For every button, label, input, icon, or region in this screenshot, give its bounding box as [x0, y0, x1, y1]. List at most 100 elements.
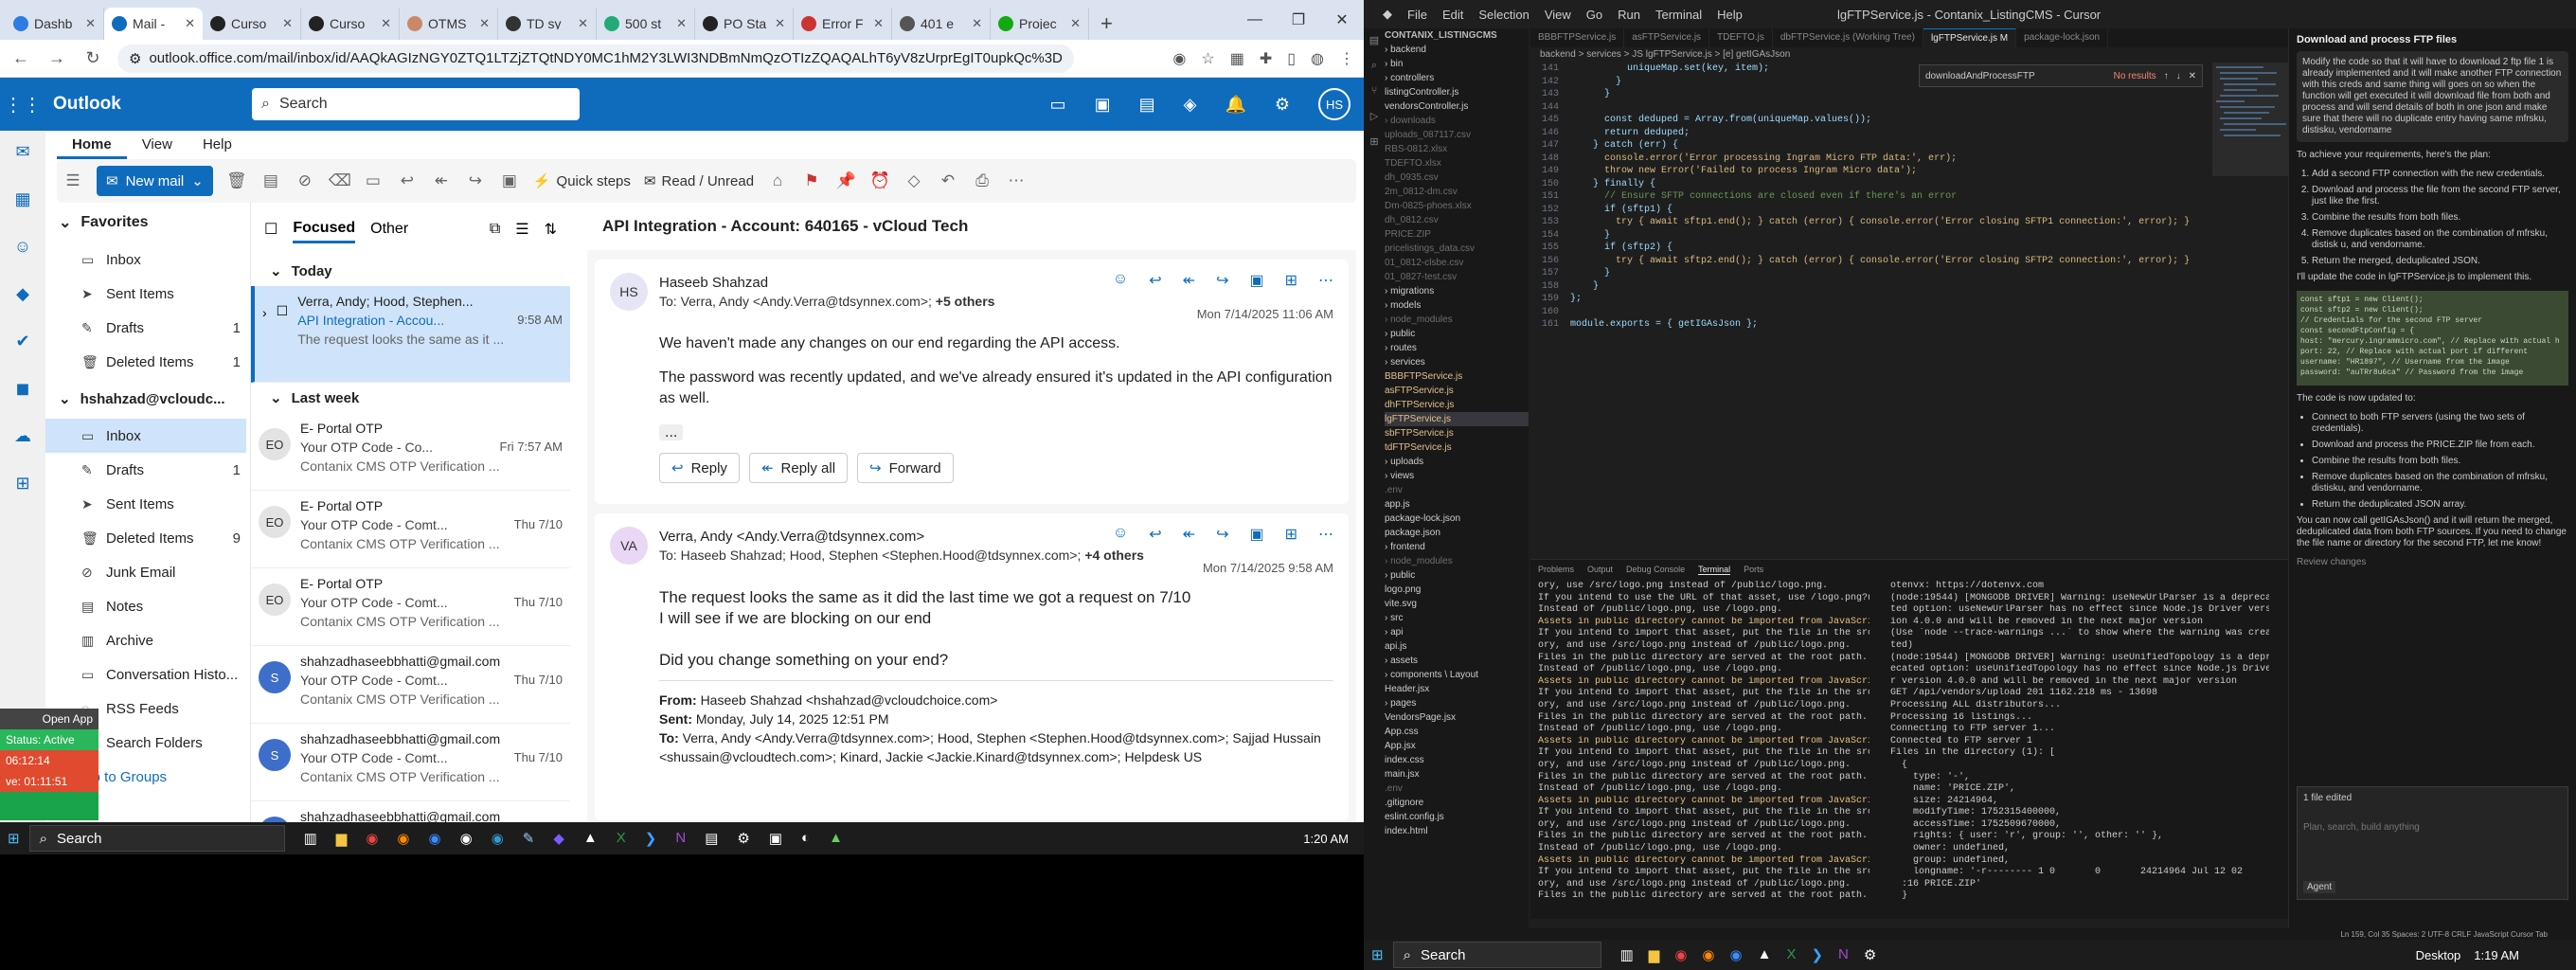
- url-field[interactable]: ⚙ outlook.office.com/mail/inbox/id/AAQkA…: [117, 44, 1074, 73]
- folder-deleted-items[interactable]: 🗑 Deleted Items 9: [45, 521, 246, 555]
- cursor-icon[interactable]: ▲: [1758, 946, 1772, 963]
- folder-archive[interactable]: ▥ Archive: [45, 623, 246, 657]
- list-item[interactable]: EO E- Portal OTP Your OTP Code - Co... Fri …: [251, 413, 570, 491]
- folder-drafts[interactable]: ✎ Drafts 1: [45, 453, 246, 487]
- editor-tab[interactable]: package-lock.json: [2016, 28, 2109, 47]
- onedrive-icon[interactable]: ☁: [9, 422, 36, 449]
- open-app-button[interactable]: Open App: [0, 709, 98, 729]
- group-last-week[interactable]: ⌄ Last week: [251, 383, 570, 413]
- explorer-item[interactable]: › models: [1385, 298, 1529, 313]
- explorer-item[interactable]: .env: [1385, 483, 1529, 497]
- others-count[interactable]: +5 others: [936, 294, 995, 309]
- editor-tab[interactable]: lgFTPService.js M: [1923, 28, 2017, 47]
- onenote-icon[interactable]: N: [1838, 946, 1849, 963]
- arrow-up-icon[interactable]: ↑: [2164, 71, 2169, 81]
- explorer-item[interactable]: logo.png: [1385, 583, 1529, 597]
- hamburger-icon[interactable]: ☰: [63, 171, 83, 190]
- explorer-item[interactable]: vite.svg: [1385, 597, 1529, 611]
- taskbar-search[interactable]: ⌕ Search: [28, 825, 285, 852]
- arrow-down-icon[interactable]: ↓: [2176, 71, 2181, 81]
- explorer-item[interactable]: › api: [1385, 625, 1529, 639]
- menu-item[interactable]: Help: [1717, 8, 1743, 22]
- code-line[interactable]: 157 }: [1530, 267, 2288, 280]
- explorer-item[interactable]: › controllers: [1385, 71, 1529, 85]
- explorer-item[interactable]: lgFTPService.js: [1385, 412, 1529, 426]
- explorer-item[interactable]: › frontend: [1385, 540, 1529, 554]
- filter-icon[interactable]: ☰: [515, 220, 528, 239]
- menu-item[interactable]: Go: [1586, 8, 1602, 22]
- file-explorer-icon[interactable]: ▆: [336, 830, 348, 847]
- forward-icon[interactable]: ↪: [1216, 271, 1228, 290]
- folder-drafts[interactable]: ✎ Drafts 1: [45, 311, 246, 345]
- explorer-item[interactable]: App.css: [1385, 725, 1529, 739]
- delete-icon[interactable]: 🗑: [226, 171, 247, 190]
- menu-item[interactable]: Selection: [1478, 8, 1529, 22]
- explorer-item[interactable]: › views: [1385, 469, 1529, 483]
- explorer-item[interactable]: TDEFTO.xlsx: [1385, 156, 1529, 171]
- terminal-backend[interactable]: otenvx: https://dotenvx.com (node:19544) …: [1890, 581, 2269, 903]
- emoji-icon[interactable]: ☺: [1113, 271, 1128, 290]
- others-count[interactable]: +4 others: [1084, 548, 1144, 563]
- close-icon[interactable]: ✕: [479, 16, 490, 31]
- chrome-icon[interactable]: ◉: [366, 830, 378, 847]
- app-icon[interactable]: ◐: [801, 830, 810, 847]
- reply-icon[interactable]: ↩: [1149, 271, 1161, 290]
- code-line[interactable]: 160: [1530, 306, 2288, 319]
- source-control-icon[interactable]: ⑂: [1371, 85, 1378, 97]
- app-icon[interactable]: ▲: [829, 830, 843, 847]
- quick-steps-button[interactable]: ⚡ Quick steps: [533, 172, 631, 190]
- explorer-item[interactable]: › node_modules: [1385, 554, 1529, 568]
- explorer-item[interactable]: › routes: [1385, 341, 1529, 355]
- tips-icon[interactable]: ◈: [1184, 95, 1197, 115]
- explorer-item[interactable]: › migrations: [1385, 284, 1529, 298]
- calendar-share-icon[interactable]: ▤: [1139, 95, 1155, 115]
- debug-icon[interactable]: ▷: [1370, 110, 1378, 122]
- explorer-item[interactable]: › uploads: [1385, 455, 1529, 469]
- office-icon[interactable]: ◆: [9, 280, 36, 307]
- zoom-icon[interactable]: ◉: [1730, 946, 1743, 963]
- folder-sent-items[interactable]: ➤ Sent Items: [45, 487, 246, 521]
- reply-button[interactable]: ↩ Reply: [659, 453, 740, 483]
- folder-inbox[interactable]: ▭ Inbox: [45, 419, 246, 453]
- more-icon[interactable]: ⋯: [1318, 525, 1333, 544]
- browser-tab[interactable]: TD sy ✕: [498, 8, 597, 40]
- maximize-icon[interactable]: ❐: [1277, 10, 1320, 29]
- app-launcher-icon[interactable]: ⋮⋮: [0, 93, 45, 117]
- desktop-label[interactable]: Desktop: [2416, 948, 2461, 962]
- checkbox-icon[interactable]: ☐: [264, 220, 277, 239]
- editor-tab[interactable]: TDEFTO.js: [1709, 28, 1773, 47]
- explorer-item[interactable]: index.css: [1385, 753, 1529, 767]
- code-line[interactable]: 143 }: [1530, 88, 2288, 101]
- menu-item[interactable]: Run: [1618, 8, 1640, 22]
- extension-icon[interactable]: ▦: [1230, 49, 1244, 68]
- app-icon[interactable]: ▤: [705, 830, 718, 847]
- folder-notes[interactable]: ▤ Notes: [45, 589, 246, 623]
- explorer-item[interactable]: package-lock.json: [1385, 512, 1529, 526]
- close-icon[interactable]: ✕: [578, 16, 588, 31]
- folder-inbox[interactable]: ▭ Inbox: [45, 242, 246, 277]
- sidebar-icon[interactable]: ▯: [1287, 49, 1296, 68]
- meet-icon[interactable]: ▭: [1050, 95, 1066, 115]
- archive-icon[interactable]: ▤: [260, 171, 281, 190]
- app-icon[interactable]: ◉: [460, 830, 473, 847]
- explorer-item[interactable]: › components \ Layout: [1385, 668, 1529, 682]
- code-line[interactable]: 144: [1530, 101, 2288, 115]
- bell-icon[interactable]: 🔔: [1225, 95, 1245, 115]
- explorer-item[interactable]: Dm-0825-phoes.xlsx: [1385, 199, 1529, 213]
- copy-icon[interactable]: ⧉: [490, 221, 500, 238]
- menu-item[interactable]: Terminal: [1655, 8, 1702, 22]
- extensions-icon[interactable]: ⊞: [1369, 135, 1378, 148]
- folder-conversation-histo-[interactable]: ▭ Conversation Histo...: [45, 657, 246, 692]
- tab-focused[interactable]: Focused: [293, 216, 356, 243]
- code-line[interactable]: 147 } catch (err) {: [1530, 139, 2288, 153]
- onenote-icon[interactable]: N: [675, 830, 686, 847]
- explorer-item[interactable]: › assets: [1385, 654, 1529, 668]
- explorer-item[interactable]: › bin: [1385, 57, 1529, 71]
- people-icon[interactable]: ☺: [9, 233, 36, 260]
- select-checkbox[interactable]: ☐: [277, 303, 289, 376]
- teams-share-icon[interactable]: ▣: [499, 171, 520, 190]
- close-icon[interactable]: ✕: [873, 16, 884, 31]
- close-icon[interactable]: ✕: [185, 16, 195, 31]
- explorer-item[interactable]: › services: [1385, 355, 1529, 369]
- taskbar-search[interactable]: ⌕ Search: [1392, 942, 1601, 968]
